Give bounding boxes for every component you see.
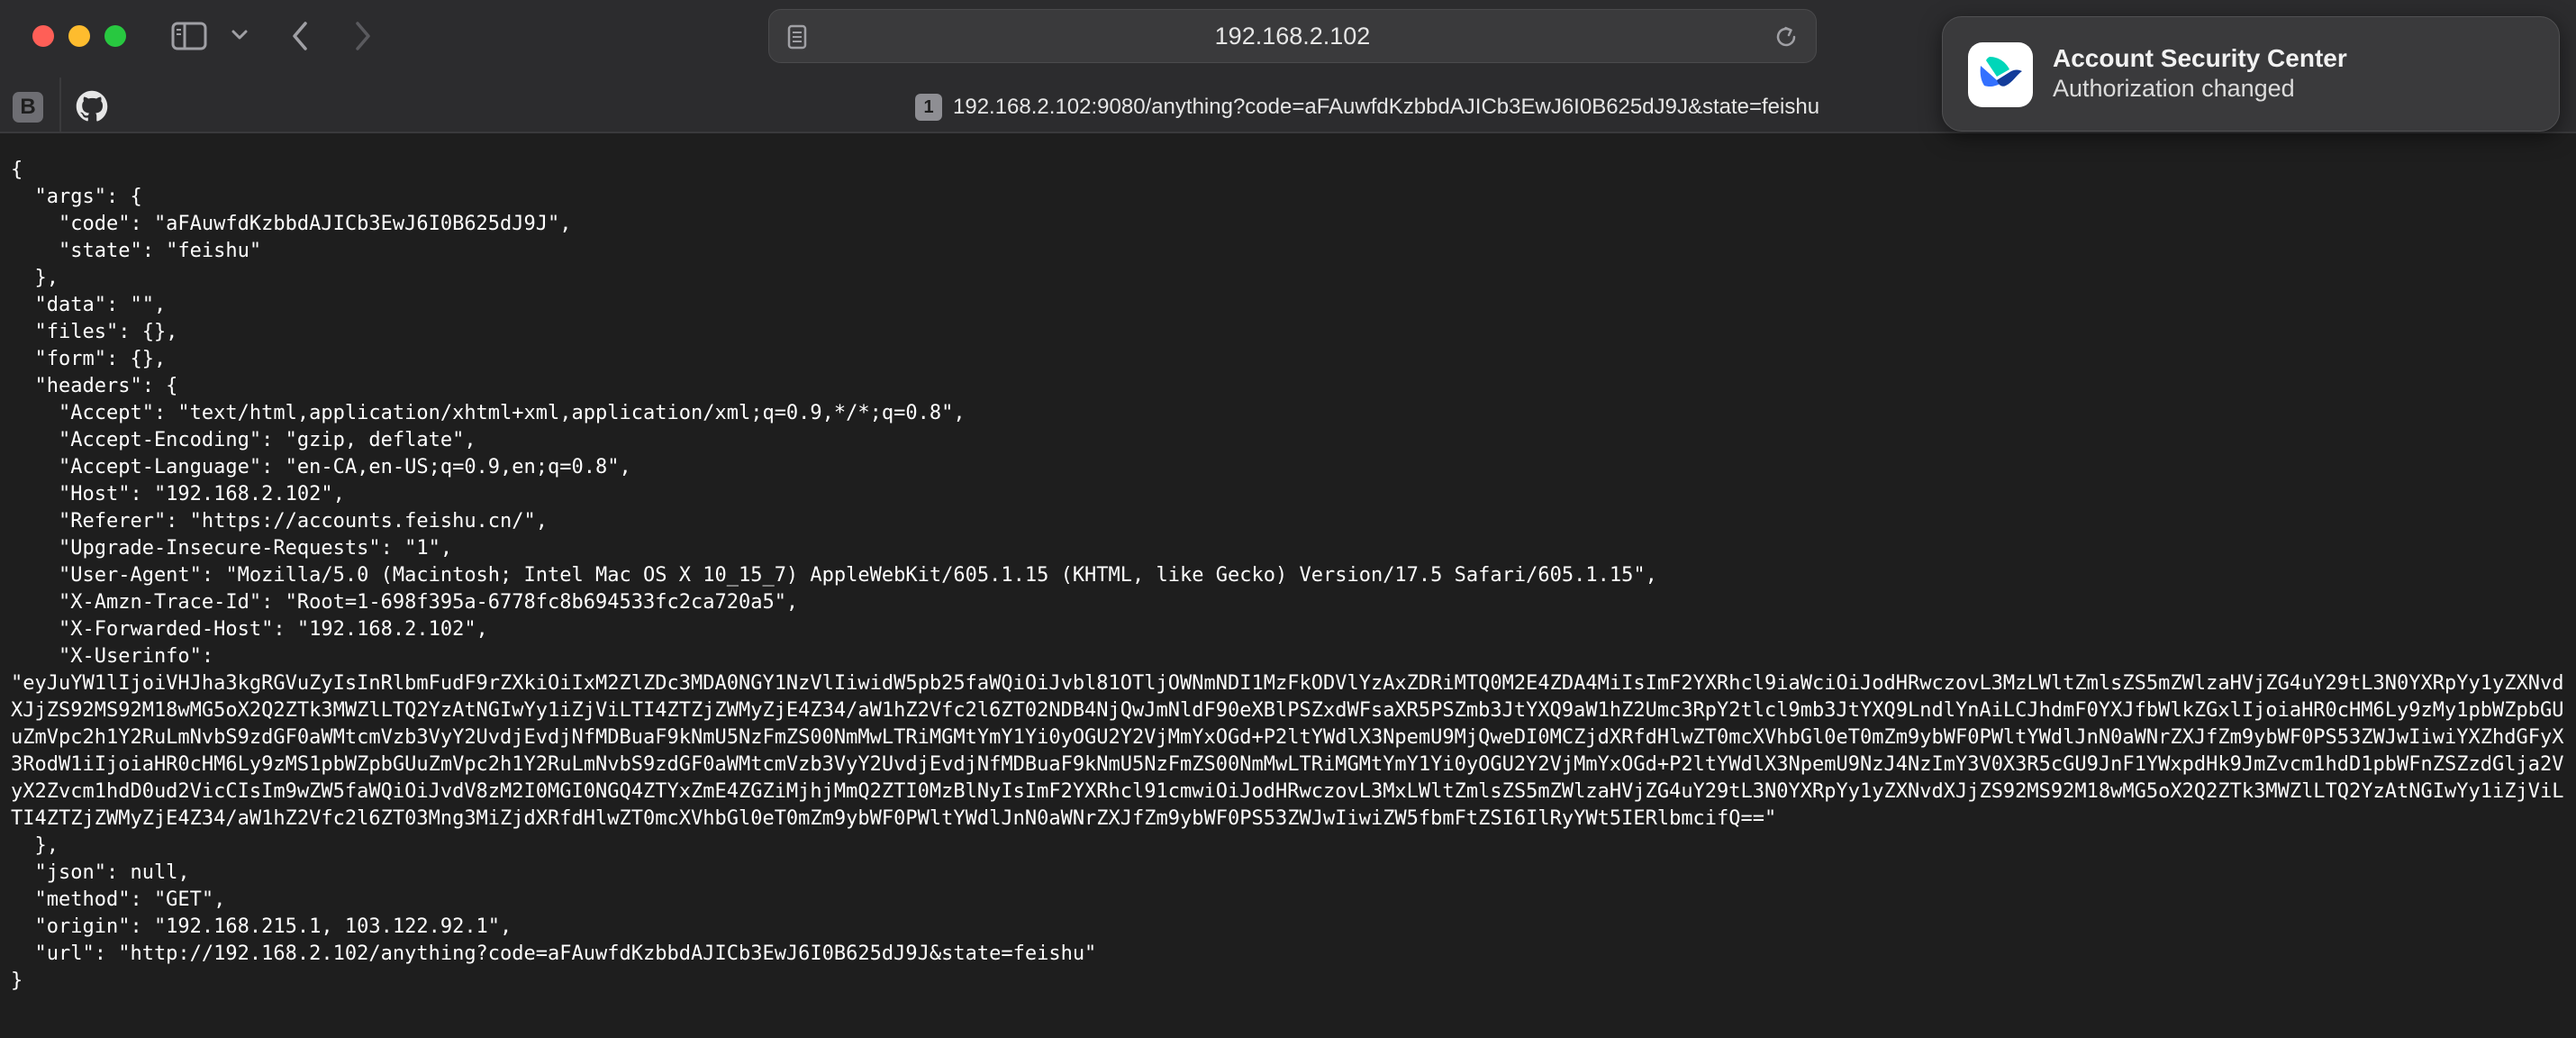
- back-arrow-icon[interactable]: [290, 20, 310, 52]
- json-line: },: [11, 267, 59, 289]
- json-line: "url": "http://192.168.2.102/anything?co…: [11, 942, 1097, 965]
- address-bar[interactable]: 192.168.2.102: [768, 9, 1817, 63]
- sidebar-toggle-icon[interactable]: [171, 22, 207, 50]
- reload-icon[interactable]: [1773, 23, 1800, 55]
- github-icon[interactable]: [76, 90, 108, 127]
- json-line: "data": "",: [11, 294, 167, 316]
- json-line: "Accept-Language": "en-CA,en-US;q=0.9,en…: [11, 456, 631, 478]
- tab-divider: [59, 77, 61, 132]
- json-line: "args": {: [11, 186, 142, 208]
- tab-title-text: 192.168.2.102:9080/anything?code=aFAuwfd…: [953, 95, 1820, 119]
- json-line: "X-Userinfo":: [11, 645, 214, 668]
- json-line: "headers": {: [11, 375, 178, 397]
- userinfo-value: "eyJuYW1lIjoiVHJha3kgRGVuZyIsInRlbmFudF9…: [11, 672, 2564, 830]
- zoom-window-button[interactable]: [104, 25, 126, 47]
- json-line: },: [11, 834, 59, 857]
- minimize-window-button[interactable]: [68, 25, 90, 47]
- json-line: "state": "feishu": [11, 240, 262, 262]
- json-line: "Accept-Encoding": "gzip, deflate",: [11, 429, 476, 451]
- json-line: }: [11, 970, 23, 992]
- json-line: "origin": "192.168.215.1, 103.122.92.1",: [11, 915, 512, 938]
- tab-number-badge: 1: [915, 94, 942, 121]
- notification-title: Account Security Center: [2053, 44, 2347, 72]
- json-line: "form": {},: [11, 348, 167, 370]
- json-line: "json": null,: [11, 861, 190, 884]
- notification-banner[interactable]: Account Security Center Authorization ch…: [1942, 16, 2560, 132]
- json-response: { "args": { "code": "aFAuwfdKzbbdAJICb3E…: [11, 157, 2567, 995]
- feishu-app-icon: [1968, 42, 2033, 107]
- json-line: "User-Agent": "Mozilla/5.0 (Macintosh; I…: [11, 564, 1657, 587]
- json-line: "files": {},: [11, 321, 178, 343]
- json-line: {: [11, 159, 23, 181]
- notification-body: Authorization changed: [2053, 75, 2295, 102]
- json-line: "method": "GET",: [11, 888, 226, 911]
- json-line: "code": "aFAuwfdKzbbdAJICb3EwJ6I0B625dJ9…: [11, 213, 572, 235]
- active-tab[interactable]: 1 192.168.2.102:9080/anything?code=aFAuw…: [915, 92, 1819, 123]
- json-line: "X-Amzn-Trace-Id": "Root=1-698f395a-6778…: [11, 591, 799, 614]
- json-line: "Accept": "text/html,application/xhtml+x…: [11, 402, 966, 424]
- chevron-down-icon[interactable]: [231, 27, 249, 43]
- json-line: "Host": "192.168.2.102",: [11, 483, 345, 505]
- close-window-button[interactable]: [32, 25, 54, 47]
- json-line: "X-Forwarded-Host": "192.168.2.102",: [11, 618, 488, 641]
- address-text: 192.168.2.102: [1214, 22, 1371, 50]
- json-line: "Upgrade-Insecure-Requests": "1",: [11, 537, 453, 560]
- json-line: "Referer": "https://accounts.feishu.cn/"…: [11, 510, 549, 533]
- favorite-b[interactable]: B: [13, 92, 43, 123]
- forward-arrow-icon[interactable]: [353, 20, 373, 52]
